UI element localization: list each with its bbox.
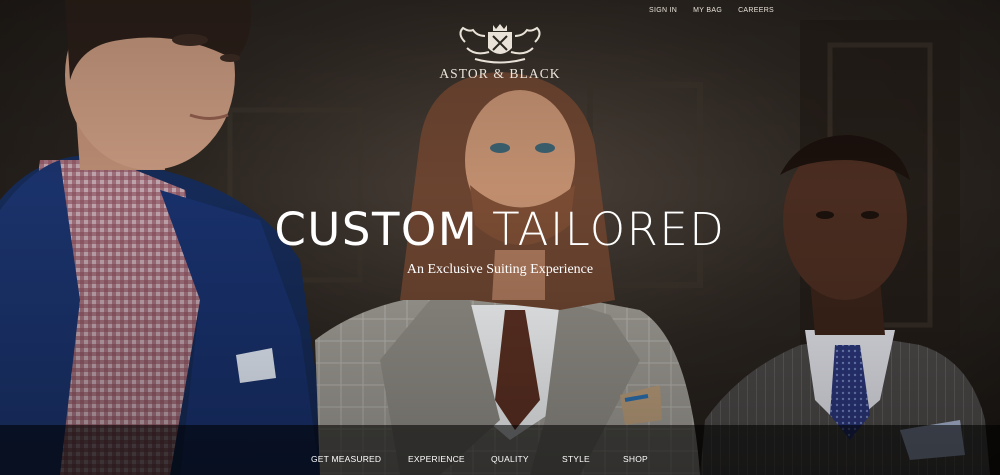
hero-section: SIGN IN MY BAG CAREERS ASTOR & BLACK CUS… xyxy=(0,0,1000,475)
my-bag-link[interactable]: MY BAG xyxy=(693,7,722,14)
nav-experience[interactable]: EXPERIENCE xyxy=(408,454,465,464)
hero-subheadline: An Exclusive Suiting Experience xyxy=(406,262,594,277)
heraldic-crest-icon xyxy=(459,24,541,64)
brand-logo[interactable]: ASTOR & BLACK xyxy=(0,22,1000,82)
sign-in-link[interactable]: SIGN IN xyxy=(649,7,677,14)
headline-word-tailored: TAILORED xyxy=(492,203,726,256)
careers-link[interactable]: CAREERS xyxy=(738,7,774,14)
main-nav-bar: GET MEASURED EXPERIENCE QUALITY STYLE SH… xyxy=(0,425,1000,475)
nav-style[interactable]: STYLE xyxy=(562,454,590,464)
headline-word-custom: CUSTOM xyxy=(274,203,479,256)
hero-headline: CUSTOM TAILORED xyxy=(0,200,1000,260)
nav-shop[interactable]: SHOP xyxy=(623,454,648,464)
top-utility-nav: SIGN IN MY BAG CAREERS xyxy=(649,7,774,14)
nav-get-measured[interactable]: GET MEASURED xyxy=(311,454,381,464)
nav-quality[interactable]: QUALITY xyxy=(491,454,529,464)
brand-name: ASTOR & BLACK xyxy=(439,66,561,81)
